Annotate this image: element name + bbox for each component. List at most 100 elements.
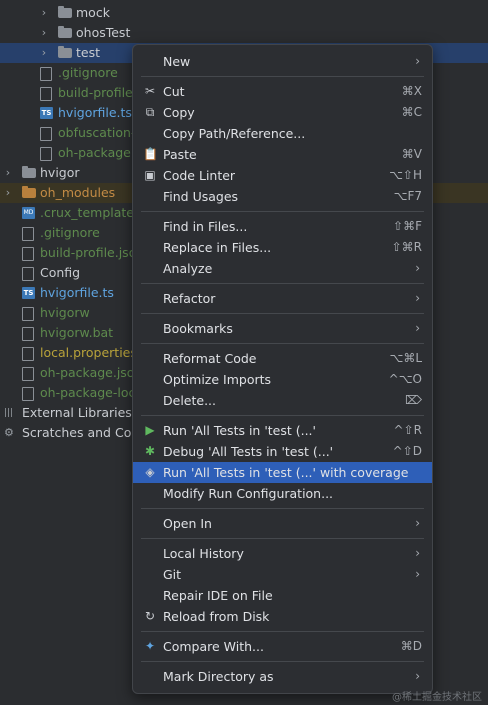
menu-item-mark-directory-as[interactable]: Mark Directory as › xyxy=(133,666,432,687)
menu-item-find-usages[interactable]: Find Usages ⌥F7 xyxy=(133,186,432,207)
chevron-right-icon[interactable]: › xyxy=(38,43,50,63)
tree-row-label: oh-package-loc xyxy=(40,385,136,400)
menu-item-label: Modify Run Configuration... xyxy=(163,486,334,501)
menu-item-shortcut: ^⇧D xyxy=(392,444,422,458)
menu-item-label: Replace in Files... xyxy=(163,240,272,255)
menu-item-debug-all-tests-in-test[interactable]: ✱ Debug 'All Tests in 'test (...' ^⇧D xyxy=(133,441,432,462)
menu-item-refactor[interactable]: Refactor › xyxy=(133,288,432,309)
tree-row-label: Config xyxy=(40,265,81,280)
tree-row-label: .gitignore xyxy=(40,225,100,240)
typescript-file-icon: TS xyxy=(22,287,35,299)
menu-item-label: Copy xyxy=(163,105,195,120)
menu-item-reload-from-disk[interactable]: ↻ Reload from Disk xyxy=(133,606,432,627)
folder-icon xyxy=(58,46,72,58)
submenu-arrow-icon: › xyxy=(415,54,420,68)
tree-row-label: Scratches and Cor xyxy=(22,425,137,440)
menu-item-analyze[interactable]: Analyze › xyxy=(133,258,432,279)
tree-row-label: test xyxy=(76,45,101,60)
tree-row-label: hvigorw xyxy=(40,305,90,320)
chevron-right-icon[interactable]: › xyxy=(38,3,50,23)
menu-item-reformat-code[interactable]: Reformat Code ⌥⌘L xyxy=(133,348,432,369)
menu-item-shortcut: ⇧⌘F xyxy=(393,219,422,233)
markdown-file-icon: MD xyxy=(22,207,35,219)
tree-row[interactable]: › mock xyxy=(0,3,488,23)
scratches-icon: ⚙ xyxy=(4,426,14,439)
library-icon: ||| xyxy=(4,408,14,418)
menu-item-shortcut: ⌘C xyxy=(401,105,422,119)
menu-item-run-all-tests-in-test[interactable]: ▶ Run 'All Tests in 'test (...' ^⇧R xyxy=(133,420,432,441)
menu-item-label: Refactor xyxy=(163,291,216,306)
file-icon xyxy=(40,127,52,141)
menu-item-shortcut: ^⇧R xyxy=(393,423,422,437)
copy-icon: ⧉ xyxy=(145,105,155,119)
context-menu: New › ✂ Cut ⌘X ⧉ Copy ⌘C Copy Path/Reference... 📋… xyxy=(132,44,433,694)
menu-item-label: Analyze xyxy=(163,261,213,276)
tree-row[interactable]: › ohosTest xyxy=(0,23,488,43)
menu-item-find-in-files[interactable]: Find in Files... ⇧⌘F xyxy=(133,216,432,237)
file-icon xyxy=(40,87,52,101)
tree-row-label: oh-package. xyxy=(58,145,135,160)
run-icon: ▶ xyxy=(145,423,155,437)
file-icon xyxy=(40,147,52,161)
tree-row-label: oh-package.json xyxy=(40,365,143,380)
scissors-icon: ✂ xyxy=(144,84,156,98)
compare-icon: ✦ xyxy=(144,639,156,653)
chevron-right-icon[interactable]: › xyxy=(38,23,50,43)
submenu-arrow-icon: › xyxy=(415,567,420,581)
menu-item-label: Open In xyxy=(163,516,212,531)
menu-item-delete[interactable]: Delete... ⌦ xyxy=(133,390,432,411)
menu-item-new[interactable]: New › xyxy=(133,51,432,72)
menu-item-label: Run 'All Tests in 'test (...' with cover… xyxy=(163,465,409,480)
file-icon xyxy=(22,367,34,381)
menu-item-label: Delete... xyxy=(163,393,216,408)
menu-item-label: Find Usages xyxy=(163,189,239,204)
menu-item-compare-with[interactable]: ✦ Compare With... ⌘D xyxy=(133,636,432,657)
file-icon xyxy=(22,347,34,361)
menu-item-label: Optimize Imports xyxy=(163,372,272,387)
tree-row-label: hvigorw.bat xyxy=(40,325,114,340)
menu-item-paste[interactable]: 📋 Paste ⌘V xyxy=(133,144,432,165)
submenu-arrow-icon: › xyxy=(415,321,420,335)
submenu-arrow-icon: › xyxy=(415,291,420,305)
chevron-right-icon[interactable]: › xyxy=(2,163,14,183)
menu-item-label: New xyxy=(163,54,191,69)
menu-separator xyxy=(141,211,424,212)
submenu-arrow-icon: › xyxy=(415,546,420,560)
menu-item-replace-in-files[interactable]: Replace in Files... ⇧⌘R xyxy=(133,237,432,258)
file-icon xyxy=(22,267,34,281)
menu-item-optimize-imports[interactable]: Optimize Imports ^⌥O xyxy=(133,369,432,390)
menu-item-modify-run-configuration[interactable]: Modify Run Configuration... xyxy=(133,483,432,504)
menu-separator xyxy=(141,343,424,344)
chevron-right-icon[interactable]: › xyxy=(2,183,14,203)
menu-item-label: Debug 'All Tests in 'test (...' xyxy=(163,444,334,459)
menu-item-open-in[interactable]: Open In › xyxy=(133,513,432,534)
menu-item-local-history[interactable]: Local History › xyxy=(133,543,432,564)
tree-row-label: ohosTest xyxy=(76,25,131,40)
menu-item-repair-ide-on-file[interactable]: Repair IDE on File xyxy=(133,585,432,606)
menu-item-shortcut: ⌦ xyxy=(405,393,422,407)
folder-icon xyxy=(22,186,36,198)
typescript-file-icon: TS xyxy=(40,107,53,119)
menu-separator xyxy=(141,661,424,662)
menu-item-code-linter[interactable]: ▣ Code Linter ⌥⇧H xyxy=(133,165,432,186)
menu-item-label: Repair IDE on File xyxy=(163,588,273,603)
menu-item-bookmarks[interactable]: Bookmarks › xyxy=(133,318,432,339)
menu-item-cut[interactable]: ✂ Cut ⌘X xyxy=(133,81,432,102)
menu-item-copy[interactable]: ⧉ Copy ⌘C xyxy=(133,102,432,123)
tree-row-label: local.properties xyxy=(40,345,137,360)
tree-row-label: obfuscation- xyxy=(58,125,136,140)
menu-separator xyxy=(141,76,424,77)
menu-item-label: Copy Path/Reference... xyxy=(163,126,306,141)
menu-item-copy-path-reference[interactable]: Copy Path/Reference... xyxy=(133,123,432,144)
menu-item-shortcut: ⌥⌘L xyxy=(389,351,422,365)
menu-item-shortcut: ⌘V xyxy=(401,147,422,161)
debug-icon: ✱ xyxy=(144,444,156,458)
menu-separator xyxy=(141,508,424,509)
menu-item-label: Reformat Code xyxy=(163,351,257,366)
menu-item-run-all-tests-in-test-with-coverage[interactable]: ◈ Run 'All Tests in 'test (...' with cove… xyxy=(133,462,432,483)
menu-item-label: Reload from Disk xyxy=(163,609,270,624)
menu-item-git[interactable]: Git › xyxy=(133,564,432,585)
reload-icon: ↻ xyxy=(144,609,156,623)
tree-row-label: hvigor xyxy=(40,165,80,180)
tree-row-label: .gitignore xyxy=(58,65,118,80)
